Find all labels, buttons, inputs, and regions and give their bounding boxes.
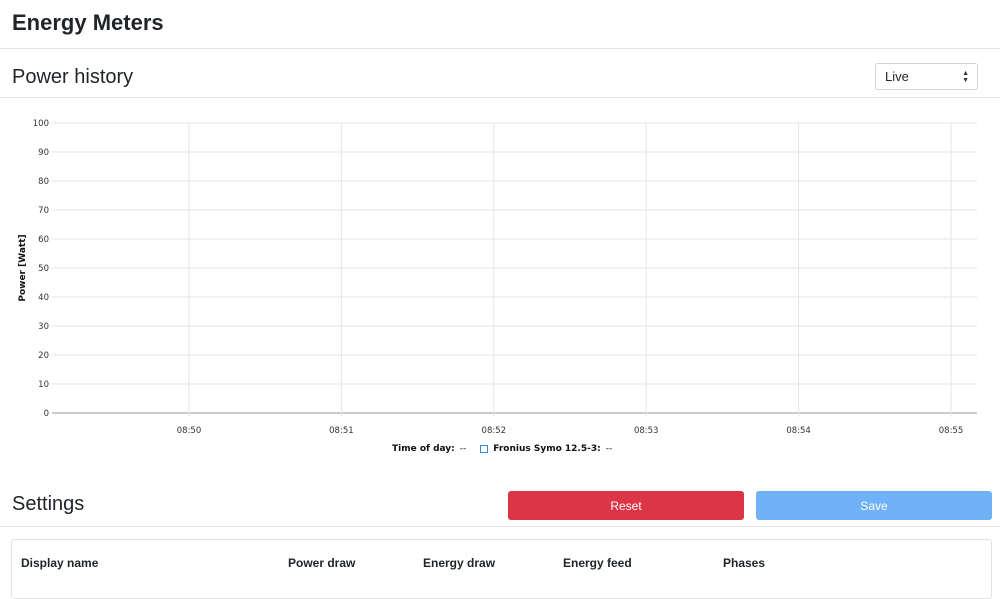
y-tick-label: 50 <box>38 264 49 274</box>
legend-time-value: -- <box>459 444 467 454</box>
settings-divider <box>0 526 1000 527</box>
save-button[interactable]: Save <box>756 491 992 520</box>
meters-table <box>11 539 992 599</box>
settings-title: Settings <box>12 493 85 515</box>
column-header-energy-feed: Energy feed <box>563 556 632 570</box>
x-tick-label: 08:51 <box>329 426 354 436</box>
y-tick-label: 20 <box>38 351 49 361</box>
reset-button[interactable]: Reset <box>508 491 744 520</box>
y-tick-label: 10 <box>38 380 49 390</box>
y-tick-label: 100 <box>33 119 49 129</box>
x-tick-label: 08:54 <box>786 426 811 436</box>
y-tick-label: 0 <box>44 409 49 419</box>
x-tick-label: 08:50 <box>177 426 202 436</box>
x-tick-label: 08:55 <box>939 426 964 436</box>
y-tick-label: 70 <box>38 206 49 216</box>
y-tick-label: 90 <box>38 148 49 158</box>
y-tick-label: 30 <box>38 322 49 332</box>
y-tick-label: 80 <box>38 177 49 187</box>
y-axis-label: Power [Watt] <box>18 234 28 301</box>
column-header-power-draw: Power draw <box>288 556 356 570</box>
x-tick-label: 08:52 <box>482 426 507 436</box>
y-tick-label: 40 <box>38 293 49 303</box>
column-header-phases: Phases <box>723 556 766 570</box>
legend-series-swatch[interactable] <box>480 445 489 453</box>
column-header-energy-draw: Energy draw <box>423 556 496 570</box>
legend-series-value: -- <box>605 444 613 454</box>
x-tick-label: 08:53 <box>634 426 659 436</box>
legend-series-label: Fronius Symo 12.5-3: <box>493 444 601 454</box>
y-tick-label: 60 <box>38 235 49 245</box>
column-header-display-name: Display name <box>21 556 99 570</box>
legend-time-label: Time of day: <box>392 444 455 454</box>
power-history-chart: 0 10 20 30 40 50 60 70 80 90 100 08:50 08:51 08:52 08:… <box>18 119 977 436</box>
chart-legend: Time of day: -- Fronius Symo 12.5-3: -- <box>392 444 612 454</box>
